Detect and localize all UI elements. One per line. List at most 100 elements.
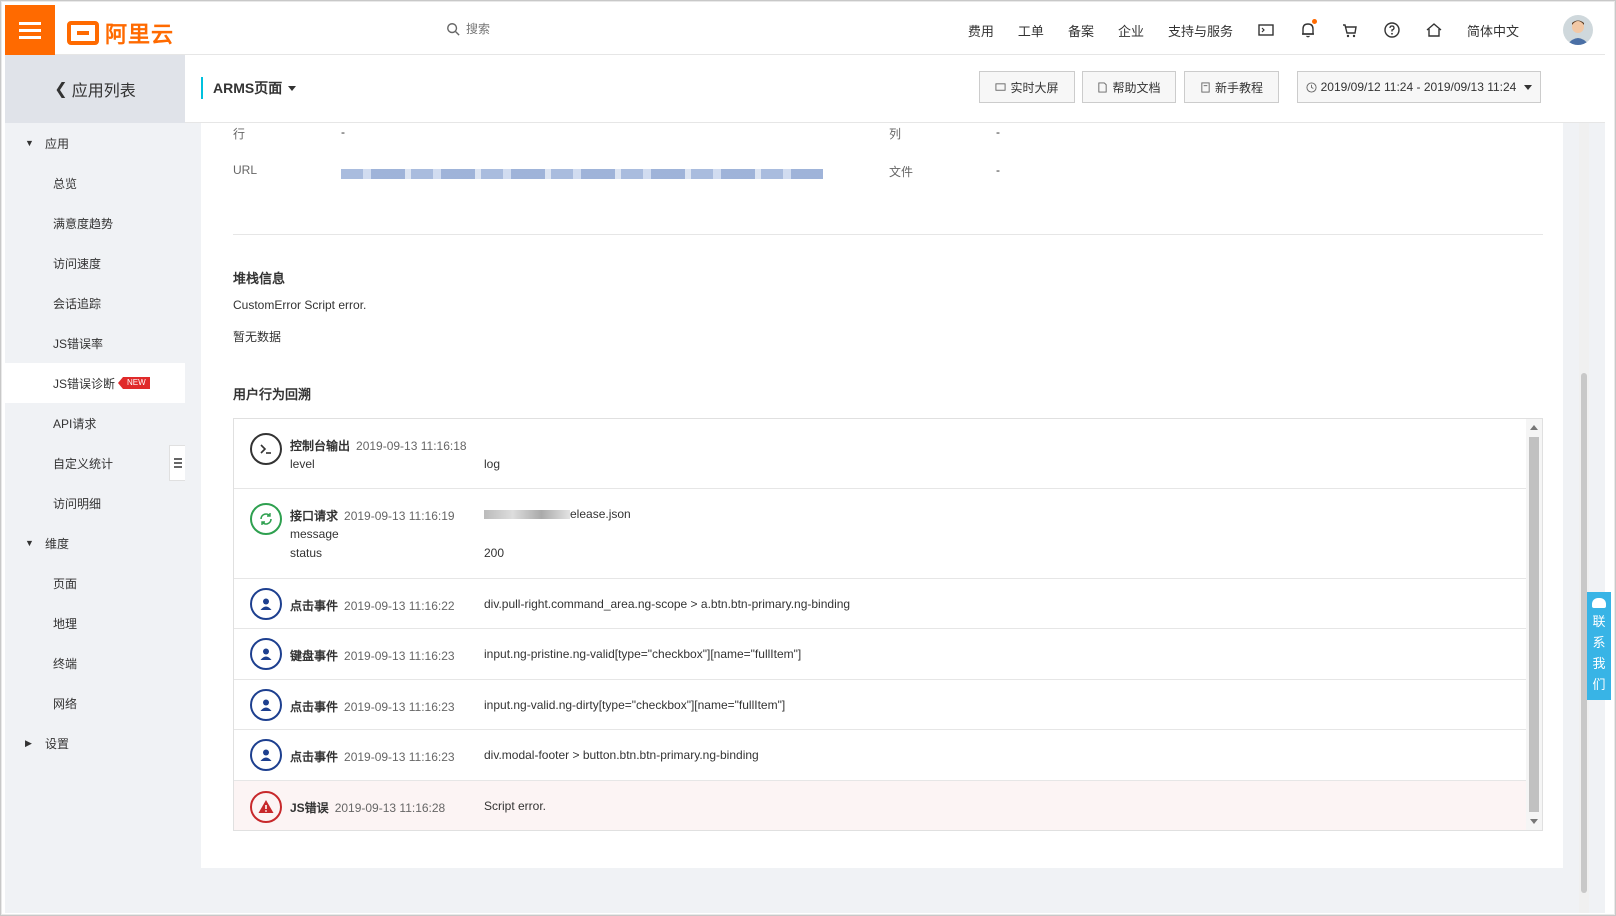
field-key: message (290, 527, 339, 541)
realtime-screen-button[interactable]: 实时大屏 (979, 71, 1075, 103)
field-key: level (290, 457, 315, 471)
event-target: div.modal-footer > button.btn.btn-primar… (484, 748, 759, 762)
field-value: 200 (484, 546, 505, 560)
behavior-timeline: 控制台输出 2019-09-13 11:16:18 level log 接口请求 2… (233, 418, 1543, 831)
sidebar-item-access-detail[interactable]: 访问明细 (5, 483, 185, 523)
user-icon (250, 739, 282, 771)
sidebar-item-network[interactable]: 网络 (5, 683, 185, 723)
help-doc-button[interactable]: 帮助文档 (1082, 71, 1176, 103)
column-value: - (996, 125, 1000, 139)
nav-ticket[interactable]: 工单 (1006, 21, 1056, 40)
scroll-up-arrow[interactable] (1530, 425, 1538, 430)
timeline-row: 键盘事件 2019-09-13 11:16:23 input.ng-pristin… (234, 629, 1527, 680)
terminal-icon[interactable] (1245, 21, 1287, 39)
stack-error: CustomError Script error. (233, 298, 367, 312)
file-value: - (996, 163, 1000, 177)
event-time: 2019-09-13 11:16:19 (344, 509, 455, 523)
top-nav: 费用 工单 备案 企业 支持与服务 简体中文 (956, 5, 1531, 55)
event-time: 2019-09-13 11:16:18 (356, 439, 467, 453)
back-to-app-list[interactable]: ❮ 应用列表 (5, 55, 185, 123)
event-target: input.ng-pristine.ng-valid[type="checkbo… (484, 647, 802, 661)
chevron-left-icon: ❮ (54, 81, 68, 98)
event-time: 2019-09-13 11:16:28 (334, 801, 446, 815)
scroll-down-arrow[interactable] (1530, 819, 1538, 824)
app-selector[interactable]: ARMS页面 (201, 77, 297, 99)
event-type: 键盘事件 (290, 649, 339, 663)
timeline-row: 接口请求 2019-09-13 11:16:19 elease.json mess… (234, 489, 1527, 579)
sidebar-group-app[interactable]: ▼ 应用 (5, 123, 185, 163)
event-type: 点击事件 (290, 599, 339, 613)
avatar[interactable] (1563, 15, 1593, 45)
event-type: 接口请求 (290, 509, 339, 523)
user-icon (250, 638, 282, 670)
sidebar: ❮ 应用列表 ▼ 应用 总览 满意度趋势 访问速度 会话追踪 JS错误率 JS错误… (5, 55, 185, 913)
event-target: elease.json (484, 507, 631, 521)
timeline-scrollbar[interactable] (1526, 419, 1542, 830)
divider (233, 234, 1543, 235)
console-icon (250, 433, 282, 465)
home-icon[interactable] (1413, 21, 1455, 39)
logo[interactable]: 阿里云 (67, 17, 174, 49)
sidebar-group-dimension[interactable]: ▼ 维度 (5, 523, 185, 563)
caret-down-icon (1524, 84, 1533, 90)
sidebar-item-custom-stats[interactable]: 自定义统计 (5, 443, 185, 483)
sidebar-item-api[interactable]: API请求 (5, 403, 185, 443)
row-label: 行 (233, 127, 246, 141)
page-scrollbar[interactable] (1579, 123, 1589, 913)
nav-enterprise[interactable]: 企业 (1106, 21, 1156, 40)
sidebar-group-settings[interactable]: ▶ 设置 (5, 723, 185, 763)
sidebar-item-geo[interactable]: 地理 (5, 603, 185, 643)
sidebar-collapse-handle[interactable] (169, 445, 185, 481)
scroll-thumb[interactable] (1529, 437, 1539, 812)
url-label: URL (233, 163, 258, 177)
sidebar-item-js-error-rate[interactable]: JS错误率 (5, 323, 185, 363)
timeline-row: 点击事件 2019-09-13 11:16:22 div.pull-right.c… (234, 579, 1527, 629)
column-label: 列 (889, 127, 902, 141)
redacted-text (484, 510, 570, 520)
event-type: 点击事件 (290, 750, 339, 764)
field-value: log (484, 457, 501, 471)
help-icon[interactable] (1371, 21, 1413, 39)
refresh-icon (250, 503, 282, 535)
event-time: 2019-09-13 11:16:23 (344, 649, 455, 663)
event-time: 2019-09-13 11:16:23 (344, 700, 455, 714)
sidebar-item-session[interactable]: 会话追踪 (5, 283, 185, 323)
warning-icon (250, 791, 282, 823)
nav-support[interactable]: 支持与服务 (1156, 21, 1245, 40)
event-target: Script error. (484, 799, 547, 813)
caret-down-icon (288, 85, 297, 91)
sidebar-item-satisfaction[interactable]: 满意度趋势 (5, 203, 185, 243)
timeline-row: 点击事件 2019-09-13 11:16:23 input.ng-valid.n… (234, 680, 1527, 730)
nav-beian[interactable]: 备案 (1056, 21, 1106, 40)
menu-button[interactable] (5, 5, 55, 55)
time-range-picker[interactable]: 2019/09/12 11:24 - 2019/09/13 11:24 (1297, 71, 1541, 103)
nav-fee[interactable]: 费用 (956, 21, 1006, 40)
event-time: 2019-09-13 11:16:22 (344, 599, 455, 613)
search-input[interactable] (466, 22, 666, 36)
sidebar-item-page[interactable]: 页面 (5, 563, 185, 603)
bell-icon[interactable] (1287, 19, 1329, 39)
sidebar-item-js-error-diagnosis[interactable]: JS错误诊断 NEW (5, 363, 185, 403)
contact-us-button[interactable]: 联 系 我 们 (1587, 592, 1611, 700)
logo-icon (67, 21, 99, 45)
cart-icon[interactable] (1329, 21, 1371, 39)
event-target: div.pull-right.command_area.ng-scope > a… (484, 597, 851, 611)
sidebar-item-speed[interactable]: 访问速度 (5, 243, 185, 283)
search-box[interactable] (446, 22, 666, 36)
search-icon (447, 23, 460, 36)
timeline-row-error: JS错误 2019-09-13 11:16:28 Script error. (234, 781, 1527, 830)
url-value-redacted (341, 169, 823, 179)
event-target: input.ng-valid.ng-dirty[type="checkbox"]… (484, 698, 786, 712)
sidebar-item-overview[interactable]: 总览 (5, 163, 185, 203)
language-switch[interactable]: 简体中文 (1455, 21, 1531, 40)
file-label: 文件 (889, 165, 914, 179)
main-content: 行 - 列 - URL 文件 - 堆栈信息 CustomError Script… (185, 123, 1605, 913)
tutorial-button[interactable]: 新手教程 (1184, 71, 1279, 103)
caret-down-icon: ▼ (25, 538, 34, 548)
event-time: 2019-09-13 11:16:23 (344, 750, 455, 764)
chat-icon (1592, 598, 1606, 608)
sidebar-item-terminal[interactable]: 终端 (5, 643, 185, 683)
error-detail-card: 行 - 列 - URL 文件 - 堆栈信息 CustomError Script… (201, 123, 1563, 868)
stack-no-data: 暂无数据 (233, 330, 282, 344)
new-badge: NEW (118, 377, 150, 389)
